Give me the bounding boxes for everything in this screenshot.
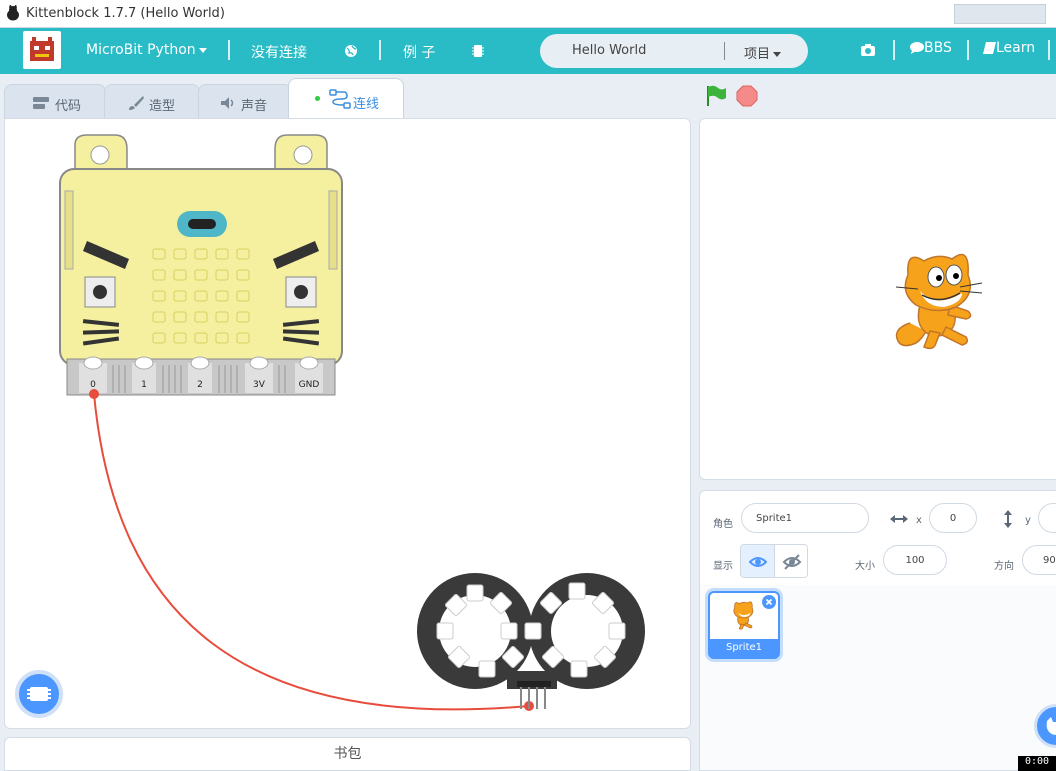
y-label: y <box>1025 515 1031 526</box>
wire-endpoint[interactable] <box>89 389 99 399</box>
speaker-icon <box>221 97 234 109</box>
mode-menu[interactable]: MicroBit Python <box>86 42 207 58</box>
project-menu[interactable]: 项目 <box>744 43 782 62</box>
green-flag-icon[interactable] <box>704 84 728 108</box>
eye-slash-icon <box>782 554 802 570</box>
window-titlebar: Kittenblock 1.7.7 (Hello World) <box>0 0 1056 28</box>
divider <box>228 40 230 60</box>
window-title: Kittenblock 1.7.7 (Hello World) <box>26 6 225 21</box>
visibility-toggle <box>740 544 808 578</box>
camera-icon[interactable] <box>860 43 876 57</box>
sprite-thumbnail-name: Sprite1 <box>710 639 778 657</box>
neopixel-ring-module[interactable] <box>417 573 645 709</box>
pin-label-2: 2 <box>197 380 203 390</box>
project-name-input[interactable]: Hello World <box>572 43 646 58</box>
sprite-info-panel: 角色 Sprite1 x 0 y 显示 大小 100 方向 90 <box>699 490 1056 586</box>
tab-sounds[interactable]: 声音 <box>198 84 292 120</box>
chat-icon <box>910 42 924 54</box>
size-input[interactable]: 100 <box>883 545 947 575</box>
show-label: 显示 <box>713 561 733 572</box>
button-b[interactable] <box>285 276 317 308</box>
tab-code-label: 代码 <box>55 99 82 114</box>
divider <box>724 42 725 60</box>
divider <box>893 40 895 60</box>
active-dot-icon <box>315 96 320 101</box>
size-value: 100 <box>905 555 925 566</box>
sprite-thumbnail[interactable]: Sprite1 <box>708 591 780 659</box>
sprite-name-input[interactable]: Sprite1 <box>741 503 869 533</box>
mode-label: MicroBit Python <box>86 42 196 58</box>
project-menu-label: 项目 <box>744 47 771 62</box>
sprite-name-value: Sprite1 <box>756 513 793 524</box>
tab-costumes[interactable]: 造型 <box>104 84 200 120</box>
bbs-link[interactable]: BBS <box>910 40 952 56</box>
size-label: 大小 <box>855 561 875 572</box>
x-label: x <box>916 515 922 526</box>
code-blocks-icon <box>33 97 49 109</box>
chevron-down-icon <box>773 52 782 57</box>
cat-add-icon <box>1046 717 1056 735</box>
divider <box>379 40 381 60</box>
microbit-board[interactable]: 0 1 2 3V GND <box>59 134 343 396</box>
direction-label: 方向 <box>994 561 1014 572</box>
eye-icon <box>748 557 768 567</box>
cat-thumbnail-icon <box>733 601 754 630</box>
tab-costumes-label: 造型 <box>149 99 176 114</box>
y-arrows-icon <box>1004 510 1012 528</box>
x-arrows-icon <box>890 515 908 523</box>
brush-icon <box>129 96 144 110</box>
cat-sprite[interactable] <box>890 245 990 355</box>
neopixel-pin-header <box>517 681 551 709</box>
direction-value: 90 <box>1043 555 1056 566</box>
chevron-down-icon <box>198 47 207 53</box>
tab-wiring-label: 连线 <box>353 97 380 112</box>
sprite-label: 角色 <box>713 519 733 530</box>
bbs-label: BBS <box>924 40 952 56</box>
divider <box>1048 40 1050 60</box>
x-input[interactable]: 0 <box>929 503 977 533</box>
bookbag-panel[interactable]: 书包 <box>4 737 691 771</box>
learn-label: Learn <box>996 40 1036 56</box>
window-controls[interactable] <box>954 4 1046 24</box>
tab-code[interactable]: 代码 <box>4 84 106 120</box>
y-input[interactable] <box>1038 503 1056 533</box>
timer-overlay: 0:00 <box>1018 756 1056 771</box>
tab-sounds-label: 声音 <box>241 99 268 114</box>
globe-icon[interactable] <box>344 44 358 58</box>
wiring-icon <box>329 89 351 109</box>
pin-label-1: 1 <box>141 380 147 390</box>
show-button[interactable] <box>741 545 775 577</box>
direction-input[interactable]: 90 <box>1022 545 1056 575</box>
menubar: MicroBit Python 没有连接 例 子 Hello World 项目 … <box>0 28 1056 74</box>
divider <box>967 40 969 60</box>
project-bar: Hello World 项目 <box>540 34 808 68</box>
pin-label-3v: 3V <box>253 380 266 390</box>
logo[interactable] <box>23 31 61 69</box>
learn-link[interactable]: Learn <box>983 40 1035 56</box>
app-icon <box>7 5 19 21</box>
book-icon <box>983 42 996 54</box>
robot-logo-icon <box>30 37 54 61</box>
chip-icon <box>27 687 51 701</box>
stop-icon[interactable] <box>736 85 758 107</box>
tab-wiring[interactable]: 连线 <box>288 78 404 120</box>
add-extension-button[interactable] <box>15 670 63 718</box>
sprite-list: Sprite1 <box>699 585 1056 771</box>
delete-sprite-icon[interactable] <box>762 595 776 609</box>
edge-connector: 0 1 2 3V GND <box>66 356 336 396</box>
bookbag-label: 书包 <box>333 746 362 762</box>
wiring-workspace[interactable]: 0 1 2 3V GND <box>4 118 691 729</box>
chip-icon[interactable] <box>472 44 484 58</box>
pin-label-0: 0 <box>90 380 96 390</box>
examples-button[interactable]: 例 子 <box>403 42 435 62</box>
connection-button[interactable]: 没有连接 <box>251 42 307 62</box>
x-value: 0 <box>949 513 957 524</box>
button-a[interactable] <box>84 276 116 308</box>
wiring-canvas: 0 1 2 3V GND <box>59 134 645 711</box>
pin-label-gnd: GND <box>299 380 320 390</box>
stage[interactable] <box>699 118 1056 480</box>
hide-button[interactable] <box>775 545 807 577</box>
